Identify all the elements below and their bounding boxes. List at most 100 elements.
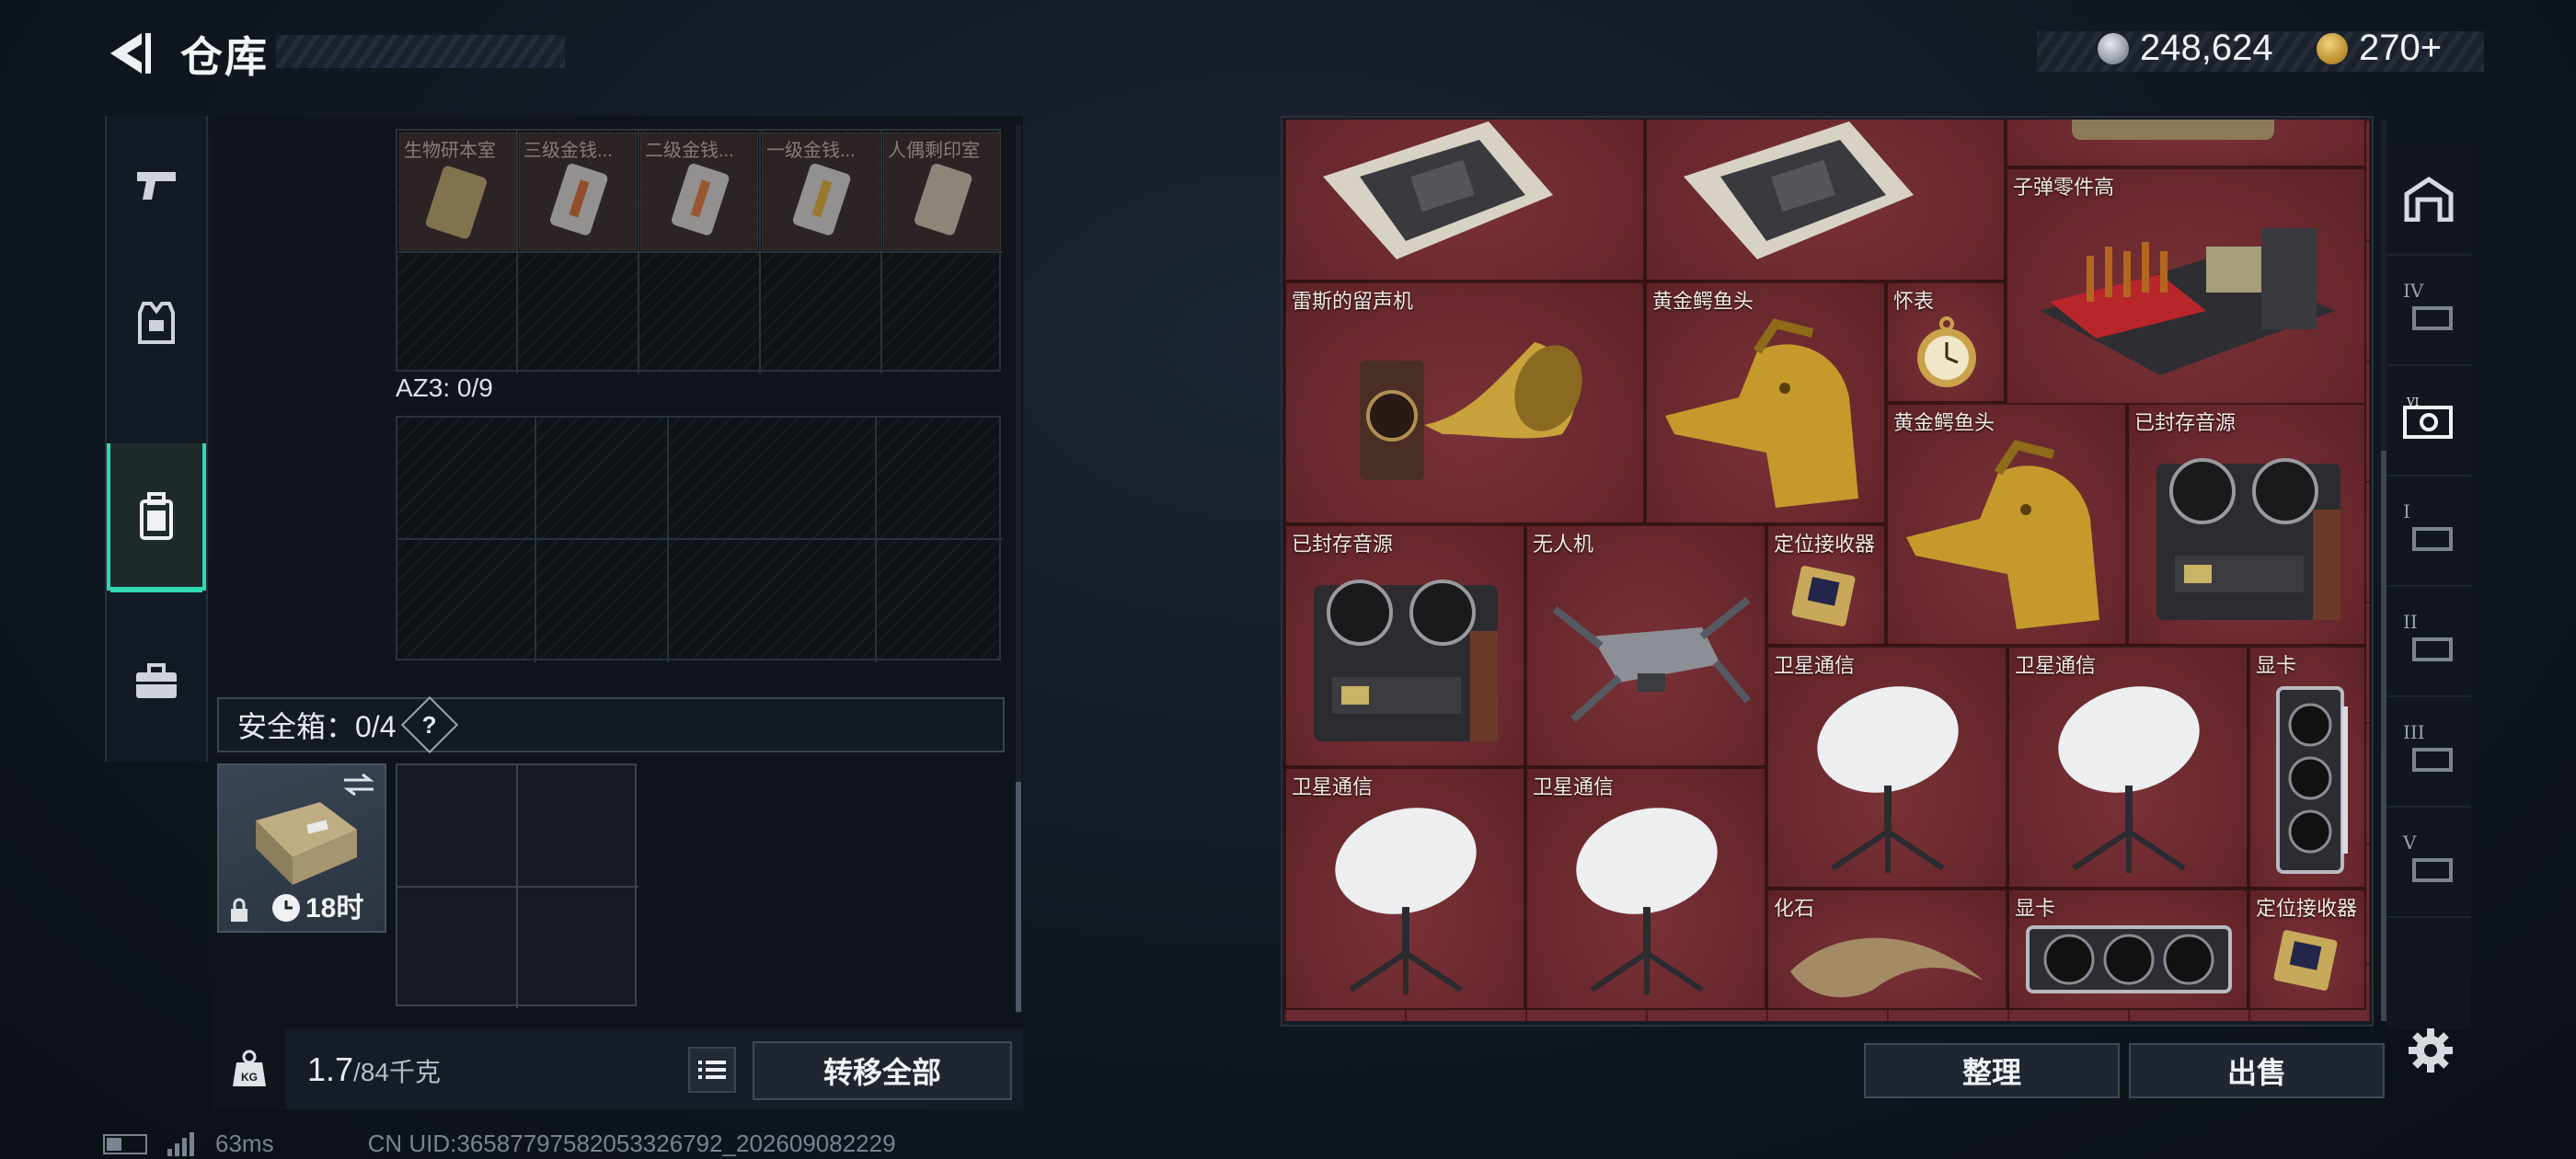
stash-tab-icon (2412, 748, 2453, 772)
tab-roman: V (2403, 832, 2417, 854)
satellite-dish-icon (1576, 808, 1718, 994)
reel-recorder-icon (2156, 458, 2340, 620)
stash-item[interactable]: 显卡 (2248, 646, 2366, 889)
golden-croc-icon (1906, 440, 2099, 629)
stash-item[interactable]: 卫星通信 (2007, 646, 2248, 889)
locator-icon (2273, 930, 2338, 991)
stash-item[interactable]: 定位接收器 (1766, 524, 1886, 646)
stash-item[interactable]: 卫星通信 (1766, 646, 2007, 889)
graphics-card-icon (2276, 686, 2348, 874)
briefcase-icon (136, 663, 177, 698)
stash-tab-5[interactable]: V (2386, 806, 2471, 918)
keycard-icon (914, 163, 972, 235)
battery-icon (103, 1133, 147, 1154)
stash-tab-4[interactable]: IV (2386, 254, 2471, 366)
stash-item[interactable] (1284, 120, 1645, 281)
stash-item[interactable]: 无人机 (1525, 524, 1766, 767)
stash-tab-icon (2412, 858, 2453, 882)
back-button[interactable] (101, 26, 156, 81)
sell-button[interactable]: 出售 (2129, 1043, 2385, 1098)
gold-coin-icon (2317, 32, 2348, 64)
safe-box-container[interactable]: 18时 (217, 763, 386, 933)
stash-item[interactable]: 子弹零件高 (2006, 167, 2366, 410)
list-icon (698, 1061, 726, 1079)
stash-item-partial[interactable] (2006, 120, 2366, 167)
silver-coin-icon (2098, 32, 2129, 64)
golden-croc-icon (1665, 318, 1858, 508)
weight-readout: 1.7/84千克 (307, 1050, 441, 1089)
svg-text:KG: KG (241, 1071, 258, 1084)
locked-item-slot[interactable]: 生物研本室 (399, 132, 517, 250)
settings-gear-icon[interactable] (2405, 1025, 2456, 1081)
gold-amount: 270+ (2359, 28, 2443, 68)
stash-item[interactable]: 显卡 (2007, 889, 2248, 1010)
lock-icon (231, 898, 247, 922)
locked-item-slot[interactable]: 人偶剩印室 (883, 132, 1001, 250)
locator-icon (1791, 566, 1856, 626)
locked-item-slot[interactable]: 二级金钱... (640, 132, 758, 250)
status-bar: 63ms CN UID:3658779758205332679​2_202609… (103, 1130, 896, 1158)
satellite-dish-icon (1817, 686, 1959, 873)
locked-item-slot[interactable]: 三级金钱... (519, 132, 637, 250)
nav-armor[interactable] (107, 254, 206, 392)
stash-item[interactable]: 黄金鳄鱼头 (1645, 281, 1886, 524)
stash-item[interactable]: 定位接收器 (2248, 889, 2366, 1010)
nav-backpack[interactable] (107, 443, 206, 592)
reel-recorder-icon (1314, 580, 1498, 741)
stash-item[interactable]: 雷斯的留声机 (1284, 281, 1645, 524)
nav-weapons[interactable] (107, 116, 206, 254)
stash-tab-active[interactable]: VI (2386, 364, 2471, 476)
item-name: 已封存音源 (2134, 411, 2237, 434)
stash-item[interactable] (1645, 120, 2006, 281)
gpu-board-icon (1323, 121, 1553, 259)
silver-amount: 248,624 (2140, 28, 2273, 68)
item-name: 子弹零件高 (2013, 176, 2115, 199)
item-name: 无人机 (1533, 533, 1594, 556)
transfer-all-button[interactable]: 转移全部 (753, 1041, 1012, 1100)
back-arrow-icon (110, 33, 151, 74)
ping-text: 63ms (215, 1130, 274, 1157)
stash-item[interactable]: 化石 (1766, 889, 2007, 1010)
stash-grid[interactable]: 子弹零件高 雷斯的留声机 黄金鳄鱼头 怀表 黄金鳄鱼头 已封存音源 已封存音源 … (1284, 120, 2370, 1021)
backpack-icon (140, 492, 173, 540)
stash-tab-3[interactable]: III (2386, 695, 2471, 808)
stash-tab-2[interactable]: II (2386, 585, 2471, 697)
help-icon[interactable]: ? (400, 695, 458, 754)
pistol-icon (137, 172, 176, 200)
item-name: 雷斯的留声机 (1292, 290, 1414, 313)
stash-tab-vault[interactable] (2386, 143, 2471, 256)
item-name: 显卡 (2256, 654, 2297, 677)
locked-item-slot[interactable]: 一级金钱... (762, 132, 880, 250)
satellite-dish-icon (1335, 808, 1477, 994)
safe-box-slots[interactable] (396, 763, 638, 1008)
stash-item[interactable]: 已封存音源 (2127, 403, 2366, 646)
list-view-button[interactable] (688, 1047, 736, 1093)
backpack-top-grid[interactable]: 生物研本室 三级金钱... 二级金钱... 一级金钱... 人偶剩印室 (396, 129, 1003, 373)
signal-icon (167, 1131, 194, 1156)
stash-tab-nav: IV VI I II III V (2386, 143, 2471, 1030)
currency-silver[interactable]: 248,624 (2098, 28, 2273, 69)
currency-gold[interactable]: 270+ (2317, 28, 2442, 69)
vault-icon (2404, 176, 2454, 222)
az3-grid[interactable] (396, 416, 1003, 662)
sort-button[interactable]: 整理 (1864, 1043, 2120, 1098)
stash-item[interactable]: 黄金鳄鱼头 (1886, 403, 2127, 646)
stash-item[interactable]: 卫星通信 (1284, 767, 1525, 1010)
stash-item[interactable]: 怀表 (1886, 281, 2006, 403)
stash-tab-icon: VI (2403, 396, 2453, 439)
stash-tab-icon (2412, 637, 2453, 661)
keycard-icon (672, 163, 730, 235)
stash-item[interactable]: 卫星通信 (1525, 767, 1766, 1010)
backpack-scrollbar-thumb[interactable] (1016, 782, 1021, 1012)
safe-box-header: 安全箱：0/4 ? (217, 695, 1005, 754)
tab-roman: II (2403, 611, 2418, 633)
tab-roman: IV (2403, 280, 2424, 302)
stash-tab-1[interactable]: I (2386, 475, 2471, 587)
vest-icon (138, 302, 175, 344)
pocket-watch-icon (1917, 316, 1976, 387)
left-nav (105, 116, 208, 762)
kg-weight-icon: KG (233, 1050, 266, 1086)
stash-item[interactable]: 已封存音源 (1284, 524, 1525, 767)
nav-case[interactable] (107, 613, 206, 751)
gramophone-icon (1360, 342, 1582, 480)
